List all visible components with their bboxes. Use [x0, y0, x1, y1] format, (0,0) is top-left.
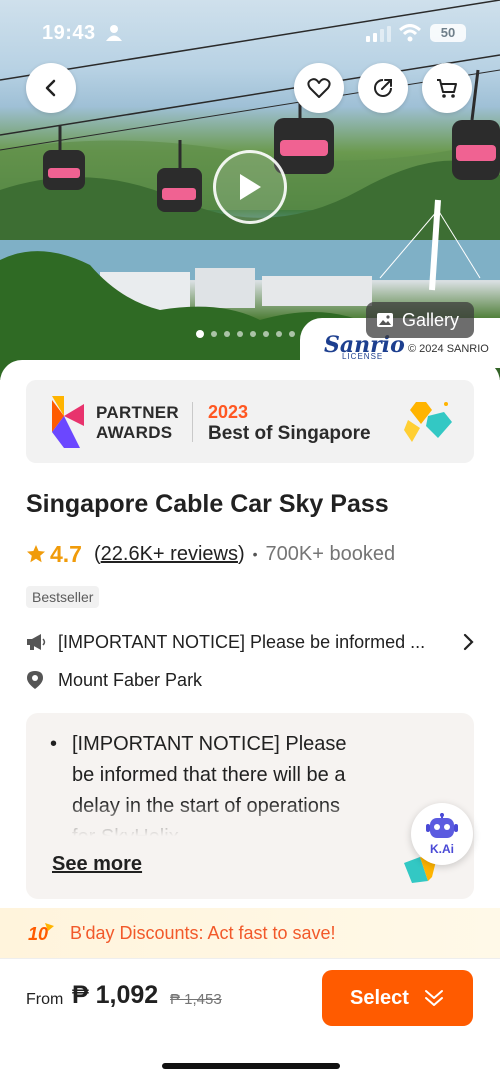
ai-assistant-label: K.Ai: [430, 841, 454, 856]
chevron-left-icon: [45, 79, 56, 97]
carousel-dot[interactable]: [237, 331, 243, 337]
text-fade: [26, 801, 386, 845]
partner-awards-line2: AWARDS: [96, 423, 173, 442]
product-details-sheet: PARTNER AWARDS 2023 Best of Singapore Si…: [0, 360, 500, 1080]
awards-year: 2023: [208, 402, 249, 422]
current-price: ₱ 1,092: [72, 981, 159, 1009]
ai-assistant-button[interactable]: K.Ai: [411, 803, 473, 865]
heart-icon: [307, 78, 331, 98]
partner-awards-line1: PARTNER: [96, 403, 180, 422]
promo-text: B'day Discounts: Act fast to save!: [70, 922, 336, 943]
bottom-booking-bar: From ₱ 1,092 ₱ 1,453 Select: [0, 958, 500, 1080]
select-label: Select: [350, 986, 409, 1009]
carousel-dot[interactable]: [289, 331, 295, 337]
wifi-icon: [398, 24, 422, 42]
discount-badge-icon: 10: [28, 923, 54, 944]
share-icon: [374, 79, 392, 97]
see-more-link[interactable]: See more: [52, 853, 142, 876]
carousel-dot[interactable]: [263, 331, 269, 337]
hero-image[interactable]: 19:43 50 Sanrio LICENSE © 2024 SANRIO Ga…: [0, 0, 500, 380]
image-icon: [377, 313, 393, 327]
important-notice-row[interactable]: [IMPORTANT NOTICE] Please be informed ..…: [26, 628, 474, 656]
megaphone-icon: [26, 633, 50, 651]
location-row[interactable]: Mount Faber Park: [26, 666, 202, 694]
gallery-label: Gallery: [402, 309, 460, 330]
copyright-text: © 2024 SANRIO: [408, 343, 489, 355]
rating-row: 4.7 (22.6K+ reviews) • 700K+ booked: [26, 540, 395, 568]
play-video-button[interactable]: [213, 150, 287, 224]
star-icon: [27, 545, 45, 563]
location-pin-icon: [26, 670, 50, 690]
notice-box: [IMPORTANT NOTICE] Please be informed th…: [26, 713, 474, 899]
wishlist-button[interactable]: [294, 63, 344, 113]
back-button[interactable]: [26, 63, 76, 113]
location-text: Mount Faber Park: [58, 669, 203, 690]
share-button[interactable]: [358, 63, 408, 113]
awards-divider: [192, 402, 193, 442]
product-title: Singapore Cable Car Sky Pass: [26, 490, 389, 518]
carousel-dots[interactable]: [196, 330, 295, 338]
reviews-close-paren: ): [237, 542, 245, 565]
robot-icon: [426, 812, 458, 838]
home-indicator: [162, 1063, 340, 1069]
status-bar: 19:43 50: [0, 18, 500, 48]
bestseller-badge: Bestseller: [26, 586, 100, 608]
person-icon: [106, 25, 122, 41]
promo-banner[interactable]: 10 B'day Discounts: Act fast to save!: [0, 908, 500, 958]
double-chevron-down-icon: [424, 990, 443, 1006]
gallery-button[interactable]: Gallery: [366, 302, 474, 338]
signal-icon: [366, 26, 391, 42]
carousel-dot[interactable]: [250, 331, 256, 337]
carousel-dot[interactable]: [224, 331, 230, 337]
status-time: 19:43: [42, 22, 96, 44]
from-label: From: [26, 991, 64, 1008]
carousel-dot[interactable]: [211, 331, 217, 337]
partner-awards-banner[interactable]: PARTNER AWARDS 2023 Best of Singapore: [26, 380, 474, 463]
cart-icon: [437, 79, 457, 98]
booked-count: 700K+ booked: [265, 542, 396, 565]
select-button[interactable]: Select: [322, 970, 473, 1026]
svg-text:10: 10: [28, 924, 48, 944]
reviews-link[interactable]: 22.6K+ reviews: [101, 543, 238, 566]
klook-awards-logo: [52, 396, 84, 448]
gem-icon: [404, 402, 452, 442]
rating-value: 4.7: [50, 540, 82, 567]
battery-indicator: 50: [430, 24, 466, 42]
important-notice-text: [IMPORTANT NOTICE] Please be informed ..…: [58, 631, 426, 652]
chevron-right-icon: [454, 633, 474, 651]
awards-title: Best of Singapore: [208, 423, 371, 444]
carousel-dot[interactable]: [276, 331, 282, 337]
reviews-open-paren: (: [93, 542, 101, 565]
carousel-dot[interactable]: [196, 330, 204, 338]
play-icon: [240, 174, 261, 200]
cart-button[interactable]: [422, 63, 472, 113]
original-price: ₱ 1,453: [170, 991, 222, 1008]
separator-dot: •: [252, 546, 258, 562]
partner-awards-label: PARTNER AWARDS: [96, 403, 179, 443]
